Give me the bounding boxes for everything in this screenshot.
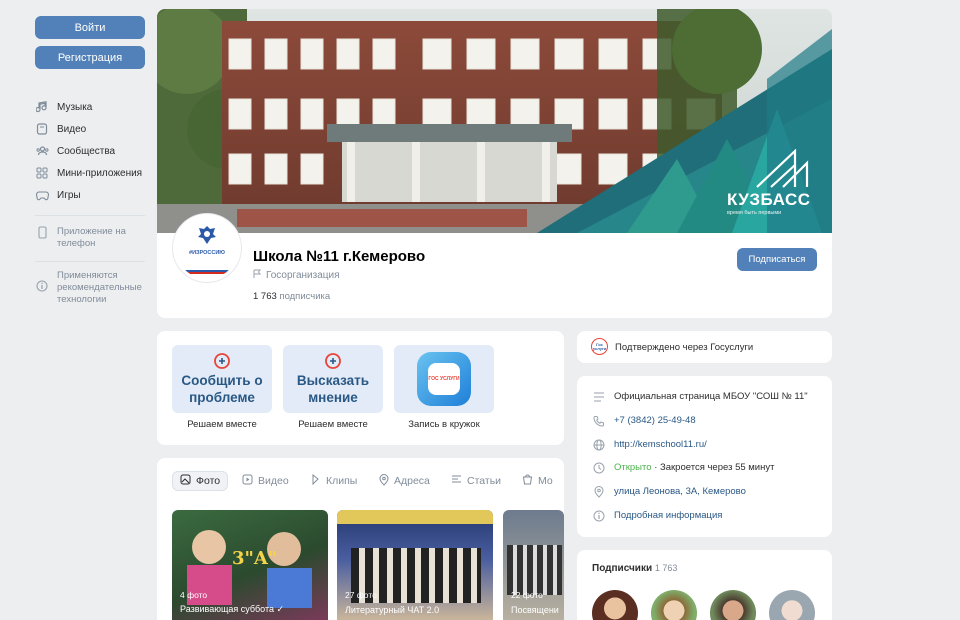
gamepad-icon <box>35 188 49 202</box>
info-more-link[interactable]: Подробная информация <box>592 509 722 522</box>
album-thumbnail[interactable]: 3"A" 4 фото Развивающая суббота ✓ <box>172 510 328 620</box>
video-icon <box>242 474 253 488</box>
photo-icon <box>180 474 191 488</box>
flag-stripe <box>176 267 238 274</box>
info-icon <box>592 509 605 522</box>
sidebar-item-label: Видео <box>57 123 87 135</box>
sidebar-recommend-link[interactable]: Применяются рекомендательные технологии <box>35 270 155 306</box>
menu-lines-icon <box>592 390 605 403</box>
phone-device-icon <box>35 226 49 240</box>
followers-count[interactable]: 1 763 подписчика <box>253 291 330 302</box>
tab-addresses[interactable]: Адреса <box>379 471 430 491</box>
album-thumbnail[interactable]: 27 фото Литературный ЧАТ 2.0 <box>337 510 493 620</box>
sidebar-item-label: Музыка <box>57 101 93 113</box>
sidebar-item-music[interactable]: Музыка <box>35 100 155 114</box>
sidebar-divider <box>35 215 145 216</box>
info-hours: Открыто · Закроется через 55 минут <box>592 461 774 474</box>
info-description: Официальная страница МБОУ "СОШ № 11" <box>592 390 808 403</box>
tab-market[interactable]: Мо <box>522 471 564 491</box>
info-website[interactable]: http://kemschool11.ru/ <box>592 438 707 451</box>
tab-photo[interactable]: Фото <box>172 471 229 491</box>
group-avatar[interactable]: #ИЗРОССИЮ <box>173 214 241 282</box>
flag-icon <box>253 269 262 281</box>
report-problem-tile[interactable]: Сообщить о проблеме <box>172 345 272 413</box>
market-icon <box>522 474 533 488</box>
tab-articles[interactable]: Статьи <box>451 471 501 491</box>
register-button[interactable]: Регистрация <box>35 46 145 69</box>
followers-title[interactable]: Подписчики 1 763 <box>592 563 677 574</box>
music-note-icon <box>35 100 49 114</box>
info-icon <box>35 270 49 292</box>
gosuslugi-icon: ГОС УСЛУГИ <box>417 352 471 406</box>
sidebar-item-label: Мини-приложения <box>57 167 143 179</box>
sidebar-item-games[interactable]: Игры <box>35 188 155 202</box>
verified-text: Подтверждено через Госуслуги <box>615 342 754 353</box>
phone-icon <box>592 414 605 427</box>
coat-of-arms-icon <box>198 225 216 244</box>
sidebar-item-label: Игры <box>57 189 81 201</box>
cover-image: КУЗБАСС время быть первыми <box>157 9 832 233</box>
sidebar-divider <box>35 261 145 262</box>
login-button[interactable]: Войти <box>35 16 145 39</box>
clock-icon <box>592 461 605 474</box>
sidebar-item-communities[interactable]: Сообщества <box>35 144 155 158</box>
info-phone[interactable]: +7 (3842) 25-49-48 <box>592 414 696 427</box>
tab-clips[interactable]: Клипы <box>310 471 357 491</box>
location-pin-icon <box>592 485 605 498</box>
tab-video[interactable]: Видео <box>242 471 289 491</box>
sidebar-item-label: Сообщества <box>57 145 116 157</box>
pos-logo-icon <box>214 353 230 369</box>
article-icon <box>451 474 462 488</box>
give-opinion-tile[interactable]: Высказать мнение <box>283 345 383 413</box>
sidebar-item-mini-apps[interactable]: Мини-приложения <box>35 166 155 180</box>
album-thumbnail[interactable]: 22 фото Посвящени <box>503 510 564 620</box>
info-address[interactable]: улица Леонова, 3А, Кемерово <box>592 485 746 498</box>
apps-grid-icon <box>35 166 49 180</box>
clips-icon <box>310 473 321 488</box>
location-pin-icon <box>379 473 389 489</box>
kuzbass-logo: КУЗБАСС время быть первыми <box>727 148 822 216</box>
group-type: Госорганизация <box>253 269 340 281</box>
group-name: Школа №11 г.Кемерово <box>253 248 426 265</box>
video-icon <box>35 122 49 136</box>
sidebar-item-video[interactable]: Видео <box>35 122 155 136</box>
sidebar-app-link[interactable]: Приложение на телефон <box>35 226 155 250</box>
pos-logo-icon <box>325 353 341 369</box>
globe-icon <box>592 438 605 451</box>
people-icon <box>35 144 49 158</box>
subscribe-button[interactable]: Подписаться <box>737 248 817 271</box>
gosuslugi-badge-icon: Гос услуги <box>591 338 608 355</box>
club-signup-tile[interactable]: ГОС УСЛУГИ <box>394 345 494 413</box>
